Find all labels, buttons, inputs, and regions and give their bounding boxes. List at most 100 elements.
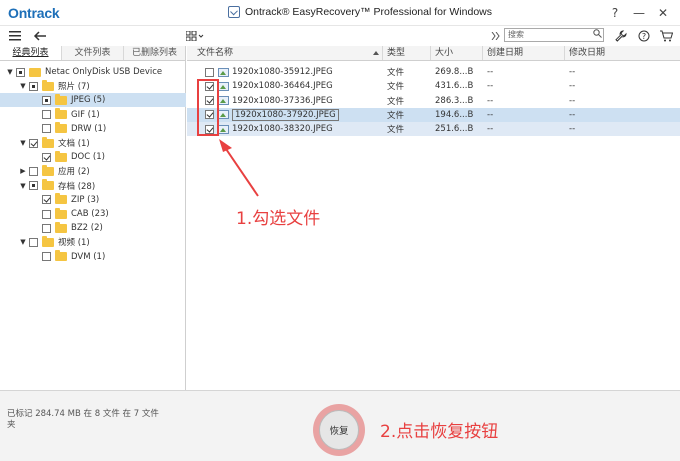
file-modified: -- bbox=[569, 124, 576, 135]
file-modified: -- bbox=[569, 81, 576, 92]
tree-panel: 经典列表 文件列表 已删除列表 ▼ Netac OnlyDisk USB Devi… bbox=[0, 46, 186, 390]
double-chevron-right-icon[interactable] bbox=[490, 28, 502, 44]
expand-down-icon[interactable]: ▼ bbox=[19, 82, 27, 90]
column-header-type[interactable]: 类型 bbox=[383, 46, 431, 60]
view-mode-icon[interactable] bbox=[186, 28, 204, 44]
folder-icon bbox=[42, 235, 54, 247]
tree-checkbox[interactable] bbox=[42, 95, 51, 105]
tab-file-list[interactable]: 文件列表 bbox=[62, 46, 124, 60]
tree-checkbox[interactable] bbox=[29, 237, 38, 247]
folder-icon bbox=[55, 122, 67, 134]
tree-checkbox[interactable] bbox=[42, 110, 51, 120]
tree-checkbox[interactable] bbox=[42, 223, 51, 233]
tree-checkbox[interactable] bbox=[16, 67, 25, 77]
image-file-icon bbox=[218, 67, 229, 77]
column-header-name[interactable]: 文件名称 bbox=[187, 46, 383, 60]
file-name: 1920x1080-37920.JPEG bbox=[232, 108, 339, 121]
image-file-icon bbox=[218, 124, 229, 134]
file-type: 文件 bbox=[387, 82, 405, 93]
tree-item[interactable]: ▶ 应用 (2) bbox=[0, 164, 186, 178]
status-text: 已标记 284.74 MB 在 8 文件 在 7 文件夹 bbox=[7, 409, 159, 430]
file-row[interactable]: 1920x1080-38320.JPEG 文件 251.6...B -- -- bbox=[187, 122, 680, 137]
expand-down-icon[interactable]: ▼ bbox=[19, 139, 27, 147]
help-circle-icon[interactable]: ? bbox=[637, 28, 651, 44]
column-header-size[interactable]: 大小 bbox=[431, 46, 483, 60]
file-created: -- bbox=[487, 95, 494, 106]
file-type: 文件 bbox=[387, 125, 405, 136]
drive-icon bbox=[29, 67, 41, 77]
tree-item[interactable]: DOC (1) bbox=[0, 150, 186, 164]
file-created: -- bbox=[487, 109, 494, 120]
cart-icon[interactable] bbox=[659, 28, 673, 44]
folder-icon bbox=[55, 207, 67, 219]
file-name: 1920x1080-35912.JPEG bbox=[232, 67, 333, 77]
tree-item[interactable]: GIF (1) bbox=[0, 108, 186, 122]
tree-item-label: 文档 (1) bbox=[58, 139, 90, 149]
tree-item[interactable]: BZ2 (2) bbox=[0, 221, 186, 235]
column-header-modified[interactable]: 修改日期 bbox=[565, 46, 680, 60]
tree-item[interactable]: JPEG (5) bbox=[0, 93, 186, 108]
tree-item[interactable]: CAB (23) bbox=[0, 207, 186, 221]
file-name: 1920x1080-37336.JPEG bbox=[232, 95, 333, 106]
expand-down-icon[interactable]: ▼ bbox=[19, 238, 27, 246]
tree-checkbox[interactable] bbox=[42, 209, 51, 219]
tree-item-label: DOC (1) bbox=[71, 152, 105, 163]
tree-item[interactable]: ▼ 视频 (1) bbox=[0, 235, 186, 249]
tab-deleted-list[interactable]: 已删除列表 bbox=[124, 46, 185, 60]
tree-item-label: 应用 (2) bbox=[58, 167, 90, 178]
tree-checkbox[interactable] bbox=[29, 81, 38, 91]
expand-down-icon[interactable]: ▼ bbox=[6, 68, 14, 76]
title-bar: Ontrack Ontrack® EasyRecovery™ Professio… bbox=[0, 0, 680, 26]
column-header-created[interactable]: 创建日期 bbox=[483, 46, 565, 60]
back-arrow-icon[interactable] bbox=[32, 28, 48, 44]
file-created: -- bbox=[487, 124, 494, 135]
minimize-button[interactable]: — bbox=[628, 3, 650, 23]
tree-item[interactable]: ZIP (3) bbox=[0, 193, 186, 207]
help-button[interactable]: ? bbox=[604, 3, 626, 23]
expand-down-icon[interactable]: ▼ bbox=[19, 182, 27, 190]
folder-icon bbox=[42, 179, 54, 191]
tree-item[interactable]: DVM (1) bbox=[0, 250, 186, 264]
app-icon bbox=[228, 6, 240, 18]
file-row[interactable]: 1920x1080-36464.JPEG 文件 431.6...B -- -- bbox=[187, 79, 680, 93]
search-icon bbox=[593, 29, 602, 38]
recover-button[interactable]: 恢复 bbox=[319, 410, 359, 450]
tree-item-label: 视频 (1) bbox=[58, 238, 90, 249]
file-type: 文件 bbox=[387, 96, 405, 107]
expand-right-icon[interactable]: ▶ bbox=[19, 167, 27, 175]
folder-icon bbox=[55, 250, 67, 262]
file-checkbox[interactable] bbox=[205, 67, 214, 77]
folder-icon bbox=[55, 193, 67, 205]
tree-item-label: ZIP (3) bbox=[71, 194, 100, 205]
tree-item[interactable]: DRW (1) bbox=[0, 122, 186, 136]
tree-checkbox[interactable] bbox=[42, 195, 51, 205]
tree-item[interactable]: ▼ 照片 (7) bbox=[0, 79, 186, 93]
tree-checkbox[interactable] bbox=[42, 252, 51, 262]
image-file-icon bbox=[218, 96, 229, 106]
tree-checkbox[interactable] bbox=[29, 181, 38, 191]
tree-item-label: CAB (23) bbox=[71, 209, 109, 219]
tree-item-label: JPEG (5) bbox=[71, 95, 106, 106]
tree-checkbox[interactable] bbox=[29, 166, 38, 176]
file-row[interactable]: 1920x1080-37336.JPEG 文件 286.3...B -- -- bbox=[187, 94, 680, 108]
sort-arrow-icon bbox=[373, 51, 379, 55]
tree-checkbox[interactable] bbox=[29, 138, 38, 148]
window-title-group: Ontrack® EasyRecovery™ Professional for … bbox=[228, 6, 492, 18]
folder-icon bbox=[55, 221, 67, 233]
tree-item[interactable]: ▼ 文档 (1) bbox=[0, 136, 186, 150]
tree-checkbox[interactable] bbox=[42, 152, 51, 162]
file-modified: -- bbox=[569, 109, 576, 120]
annotation-step2: 2.点击恢复按钮 bbox=[380, 422, 499, 442]
search-input[interactable]: 搜索 bbox=[504, 28, 604, 42]
tree-checkbox[interactable] bbox=[42, 124, 51, 134]
tree-item[interactable]: ▼ 存档 (28) bbox=[0, 179, 186, 193]
file-name: 1920x1080-36464.JPEG bbox=[232, 81, 333, 92]
file-row[interactable]: 1920x1080-37920.JPEG 文件 194.6...B -- -- bbox=[187, 107, 680, 122]
wrench-icon[interactable] bbox=[614, 28, 628, 44]
tree-item[interactable]: ▼ Netac OnlyDisk USB Device bbox=[0, 65, 186, 79]
tab-classic-list[interactable]: 经典列表 bbox=[0, 46, 62, 60]
close-button[interactable]: ✕ bbox=[652, 3, 674, 23]
menu-icon[interactable] bbox=[8, 28, 22, 44]
file-modified: -- bbox=[569, 67, 576, 77]
file-row[interactable]: 1920x1080-35912.JPEG 文件 269.8...B -- -- bbox=[187, 65, 680, 79]
